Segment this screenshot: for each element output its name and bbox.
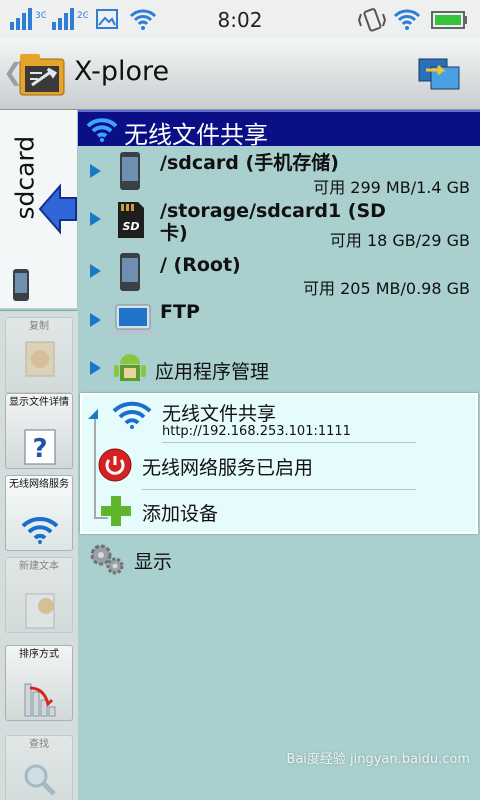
dual-pane-icon[interactable] (418, 56, 460, 92)
new-text-icon (25, 593, 55, 629)
phone-icon (13, 269, 29, 301)
toolbar-button-label: 复制 (29, 321, 49, 332)
sort-chart-icon (24, 683, 56, 717)
gears-icon (90, 544, 124, 575)
expand-arrow-icon[interactable] (90, 264, 101, 278)
android-icon (114, 354, 146, 381)
toolbar-copy-button[interactable]: 复制 (5, 317, 73, 393)
left-pane-tab[interactable]: sdcard (0, 110, 78, 308)
panel-header-title: 无线文件共享 (124, 121, 268, 149)
wifi-service-status: 无线网络服务已启用 (142, 457, 314, 479)
tree-line (94, 419, 96, 519)
status-bar: 3G 2G 8:02 (0, 0, 480, 38)
new-document-icon (25, 341, 55, 377)
computer-icon (112, 304, 154, 335)
question-icon: ? (24, 429, 56, 465)
title-bar: ❮ X-plore (0, 38, 480, 110)
toolbar-wifi-service-button[interactable]: 无线网络服务 (5, 475, 73, 551)
item-name: /sdcard (手机存储) (160, 152, 339, 174)
expand-arrow-icon[interactable] (90, 164, 101, 178)
item-name: FTP (160, 301, 200, 323)
item-meta: 可用 18 GB/29 GB (329, 231, 470, 250)
item-name: / (Root) (160, 254, 241, 276)
divider (142, 489, 416, 490)
expand-arrow-icon[interactable] (90, 313, 101, 327)
collapse-arrow-icon[interactable] (88, 409, 100, 419)
wifi-share-title: 无线文件共享 (162, 403, 277, 425)
display-label: 显示 (134, 551, 173, 573)
toolbar-new-text-button[interactable]: 新建文本 (5, 557, 73, 633)
toolbar-button-label: 显示文件详情 (9, 397, 69, 408)
add-icon (101, 496, 131, 526)
search-icon (24, 764, 56, 796)
left-toolbar: 复制 显示文件详情 ? 无线网络服务 新建文本 排序方式 查找 (0, 310, 78, 800)
xplore-logo-icon[interactable] (18, 49, 68, 99)
vibrate-icon (358, 8, 386, 32)
item-meta: 可用 299 MB/1.4 GB (313, 178, 470, 197)
svg-text:SD: SD (122, 220, 139, 233)
wifi-icon (393, 9, 421, 30)
toolbar-button-label: 排序方式 (19, 649, 59, 660)
power-icon (98, 448, 132, 482)
expand-arrow-icon[interactable] (90, 212, 101, 226)
svg-text:?: ? (32, 434, 47, 464)
battery-icon (431, 11, 467, 29)
active-pane-arrow-icon (38, 183, 77, 235)
toolbar-button-label: 查找 (29, 739, 49, 750)
phone-icon (120, 152, 140, 190)
item-name: 应用程序管理 (155, 361, 270, 383)
wifi-icon (112, 401, 152, 429)
toolbar-search-button[interactable]: 查找 (5, 735, 73, 800)
wifi-icon (21, 516, 59, 544)
toolbar-button-label: 无线网络服务 (9, 479, 69, 490)
toolbar-file-details-button[interactable]: 显示文件详情 ? (5, 393, 73, 469)
wifi-icon (86, 118, 118, 142)
add-device-label: 添加设备 (142, 503, 219, 525)
panel-header: 无线文件共享 (78, 110, 480, 149)
phone-icon (120, 253, 140, 291)
left-tab-label: sdcard (10, 135, 40, 220)
divider (162, 442, 416, 443)
watermark: Bai度经验 jingyan.baidu.com (286, 752, 470, 767)
item-meta: 可用 205 MB/0.98 GB (303, 279, 470, 298)
wifi-share-url: http://192.168.253.101:1111 (162, 424, 351, 439)
expand-arrow-icon[interactable] (90, 361, 101, 375)
toolbar-sort-button[interactable]: 排序方式 (5, 645, 73, 721)
toolbar-button-label: 新建文本 (19, 561, 59, 572)
sd-card-icon: SD (118, 202, 144, 238)
app-title: X-plore (74, 56, 170, 87)
wifi-share-card: 无线文件共享 http://192.168.253.101:1111 无线网络服… (80, 393, 478, 534)
